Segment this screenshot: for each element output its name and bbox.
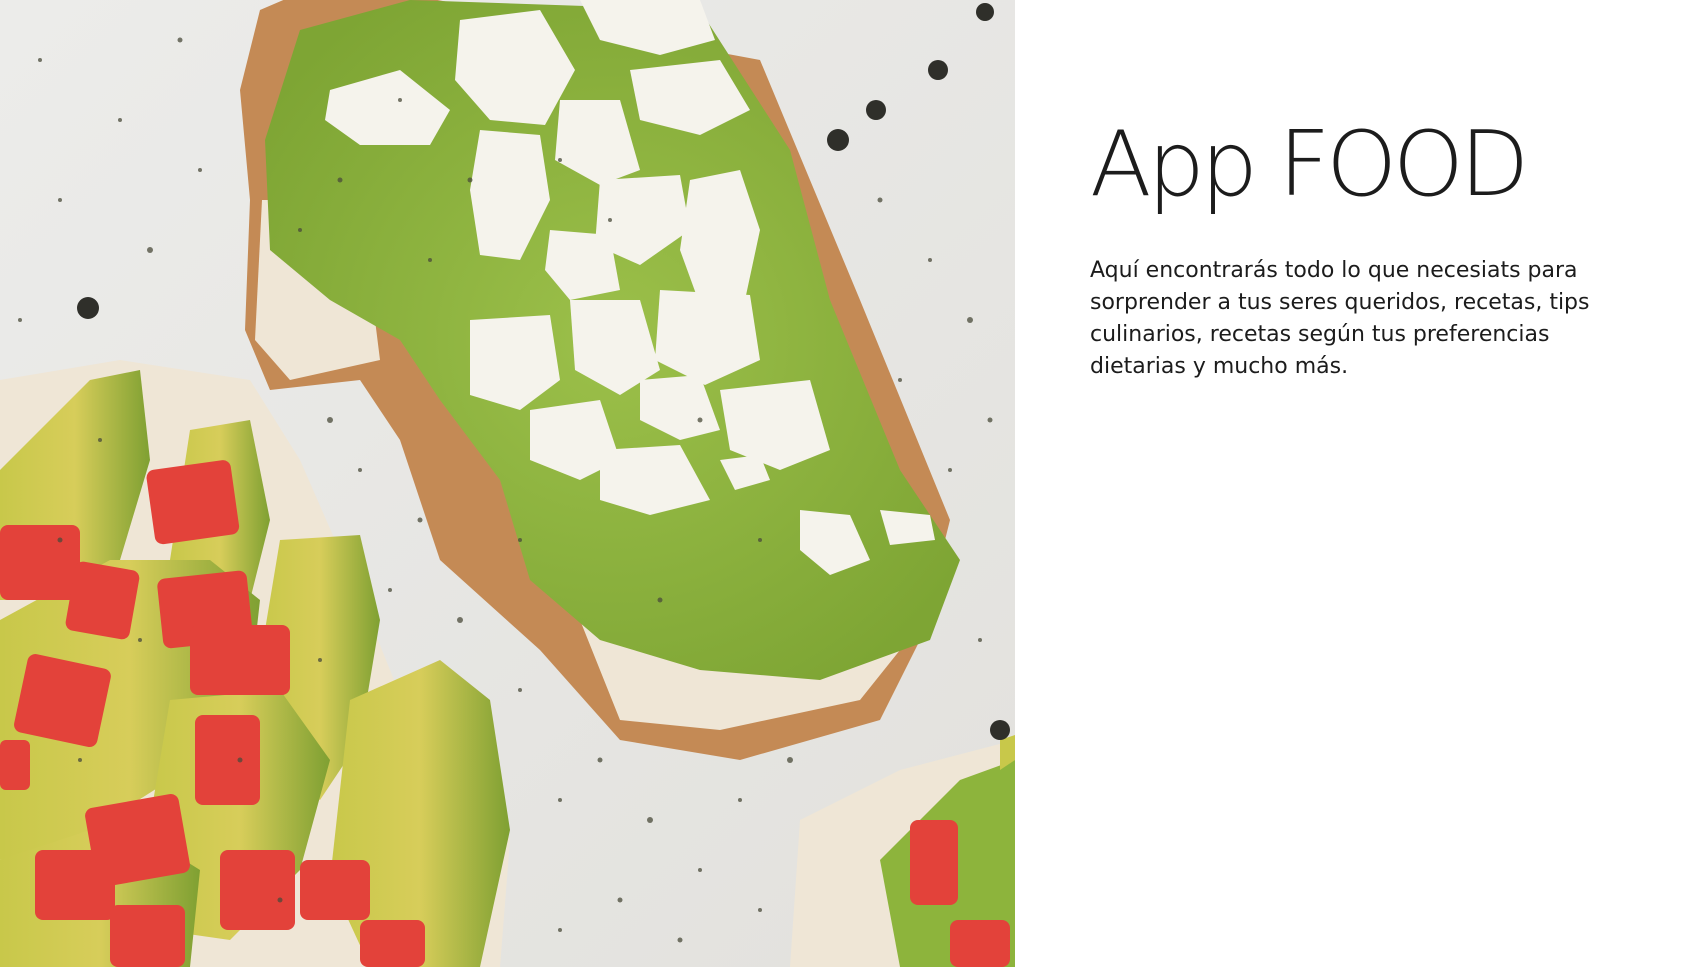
page-description: Aquí encontrarás todo lo que necesiats p… (1090, 258, 1590, 379)
page-title: App FOOD (1090, 112, 1529, 217)
intro-panel: App FOOD Aquí encontrarás todo lo que ne… (1090, 120, 1650, 383)
hero-image-avocado-toast (0, 0, 1015, 967)
avocado-toast-illustration (0, 0, 1015, 967)
